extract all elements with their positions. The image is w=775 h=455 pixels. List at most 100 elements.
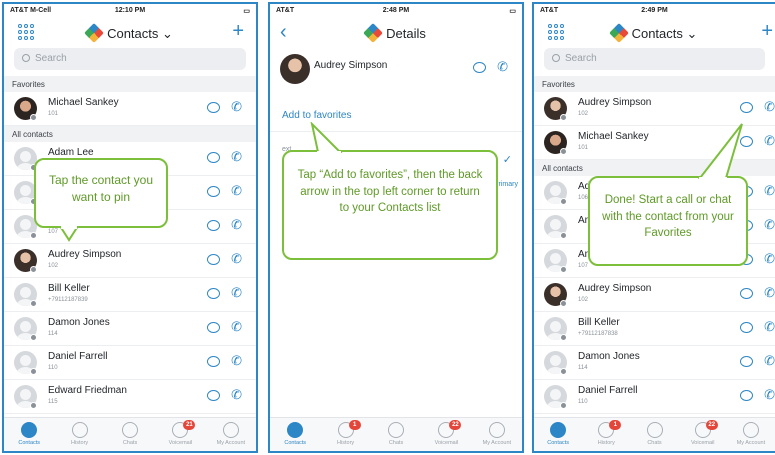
contact-extension: 101 (578, 145, 589, 151)
contact-name: Bill Keller (48, 283, 90, 294)
tab-voicemail[interactable]: 22 Voicemail (679, 418, 727, 451)
presence-indicator (30, 266, 37, 273)
tab-voicemail[interactable]: 21 Voicemail (155, 418, 205, 451)
contact-name: Damon Jones (48, 317, 110, 328)
chat-icon[interactable] (740, 288, 753, 299)
contact-extension: 115 (48, 399, 58, 405)
tab-history[interactable]: 1 History (320, 418, 370, 451)
callout-text: Tap “Add to favorites”, then the back ar… (297, 169, 483, 215)
contact-row[interactable]: Michael Sankey 101 ✆ (4, 92, 256, 126)
page-title-text: Contacts (107, 26, 159, 41)
tab-label: Chats (647, 440, 662, 446)
phone-icon[interactable]: ✆ (231, 251, 242, 267)
contact-row[interactable]: Daniel Farrell 110 ✆ (4, 346, 256, 380)
tab-label: Voicemail (168, 440, 193, 446)
tab-label: My Account (482, 440, 512, 446)
phone-icon[interactable]: ✆ (231, 387, 242, 403)
phone-icon[interactable]: ✆ (231, 353, 242, 369)
contact-row[interactable]: Audrey Simpson 102 ✆ (534, 278, 775, 312)
tab-contacts[interactable]: Contacts (4, 418, 54, 451)
instruction-callout: Done! Start a call or chat with the cont… (588, 176, 748, 266)
page-title[interactable]: Contacts ⌄ (4, 23, 256, 43)
contact-row[interactable]: Edward Friedman 115 ✆ (4, 380, 256, 414)
tab-history[interactable]: 1 History (582, 418, 630, 451)
phone-icon[interactable]: ✆ (231, 217, 242, 233)
phone-icon[interactable]: ✆ (764, 99, 775, 115)
chat-icon[interactable] (207, 390, 220, 401)
tab-history[interactable]: History (54, 418, 104, 451)
details-screen-step2: AT&T 2:48 PM ▭ ‹ Details Audrey Simpson … (268, 2, 524, 453)
notification-badge: 22 (705, 420, 718, 430)
tab-my-account[interactable]: My Account (206, 418, 256, 451)
chat-icon[interactable] (740, 322, 753, 333)
tab-voicemail[interactable]: 22 Voicemail (421, 418, 471, 451)
phone-icon[interactable]: ✆ (764, 217, 775, 233)
contact-row[interactable]: Bill Keller +79112187838 ✆ (534, 312, 775, 346)
phone-icon[interactable]: ✆ (764, 387, 775, 403)
chat-icon[interactable] (740, 102, 753, 113)
tab-my-account[interactable]: My Account (472, 418, 522, 451)
phone-icon[interactable]: ✆ (497, 59, 508, 75)
chat-icon[interactable] (740, 356, 753, 367)
phone-icon[interactable]: ✆ (764, 183, 775, 199)
add-contact-button[interactable]: + (232, 20, 244, 43)
search-input[interactable]: Search (544, 48, 765, 70)
chat-icon[interactable] (207, 322, 220, 333)
contact-name: Daniel Farrell (578, 385, 638, 396)
chat-icon[interactable] (207, 254, 220, 265)
instruction-callout: Tap the contact you want to pin (34, 158, 168, 228)
tab-icon (550, 422, 567, 438)
contact-extension: 107 (578, 263, 589, 269)
phone-icon[interactable]: ✆ (764, 319, 775, 335)
chat-icon[interactable] (740, 390, 753, 401)
add-contact-button[interactable]: + (761, 20, 773, 43)
contact-row[interactable]: Bill Keller +79112187839 ✆ (4, 278, 256, 312)
notification-badge: 1 (609, 420, 622, 430)
clock: 12:10 PM (114, 7, 146, 14)
phone-icon[interactable]: ✆ (764, 353, 775, 369)
phone-icon[interactable]: ✆ (231, 99, 242, 115)
contact-extension: 114 (48, 331, 58, 337)
chat-icon[interactable] (207, 220, 220, 231)
chat-icon[interactable] (207, 186, 220, 197)
contact-row[interactable]: Audrey Simpson 102 ✆ (4, 244, 256, 278)
search-input[interactable]: Search (14, 48, 246, 70)
contact-row[interactable]: Audrey Simpson 102 ✆ (534, 92, 775, 126)
chat-icon[interactable] (207, 288, 220, 299)
phone-icon[interactable]: ✆ (764, 251, 775, 267)
phone-icon[interactable]: ✆ (231, 149, 242, 165)
tab-label: Chats (388, 440, 404, 446)
phone-icon[interactable]: ✆ (231, 183, 242, 199)
clock: 2:49 PM (641, 7, 668, 14)
contact-extension: 101 (48, 111, 59, 117)
tab-icon (488, 422, 505, 438)
tab-chats[interactable]: Chats (630, 418, 678, 451)
phone-icon[interactable]: ✆ (231, 319, 242, 335)
contact-extension: 110 (48, 365, 58, 371)
page-title[interactable]: Contacts ⌄ (534, 23, 775, 43)
tab-my-account[interactable]: My Account (727, 418, 775, 451)
contact-name: Audrey Simpson (578, 97, 652, 108)
contact-row[interactable]: Daniel Farrell 110 ✆ (534, 380, 775, 414)
chat-icon[interactable] (473, 62, 486, 73)
status-bar: AT&T 2:49 PM (534, 4, 775, 18)
tab-chats[interactable]: Chats (105, 418, 155, 451)
tab-label: History (337, 440, 355, 446)
tab-chats[interactable]: Chats (371, 418, 421, 451)
phone-icon[interactable]: ✆ (231, 285, 242, 301)
contact-name: Edward Friedman (48, 385, 127, 396)
phone-icon[interactable]: ✆ (764, 133, 775, 149)
battery-icon: ▭ (509, 8, 516, 15)
chat-icon[interactable] (207, 152, 220, 163)
presence-indicator (30, 402, 37, 409)
tab-contacts[interactable]: Contacts (270, 418, 320, 451)
phone-icon[interactable]: ✆ (764, 285, 775, 301)
contacts-screen-step3: AT&T 2:49 PM Contacts ⌄ + Search Favorit… (532, 2, 775, 453)
chat-icon[interactable] (207, 102, 220, 113)
tab-contacts[interactable]: Contacts (534, 418, 582, 451)
tab-label: Contacts (18, 440, 41, 446)
contact-row[interactable]: Damon Jones 114 ✆ (4, 312, 256, 346)
nav-bar: ‹ Details (270, 18, 522, 48)
chat-icon[interactable] (207, 356, 220, 367)
contact-row[interactable]: Damon Jones 114 ✆ (534, 346, 775, 380)
